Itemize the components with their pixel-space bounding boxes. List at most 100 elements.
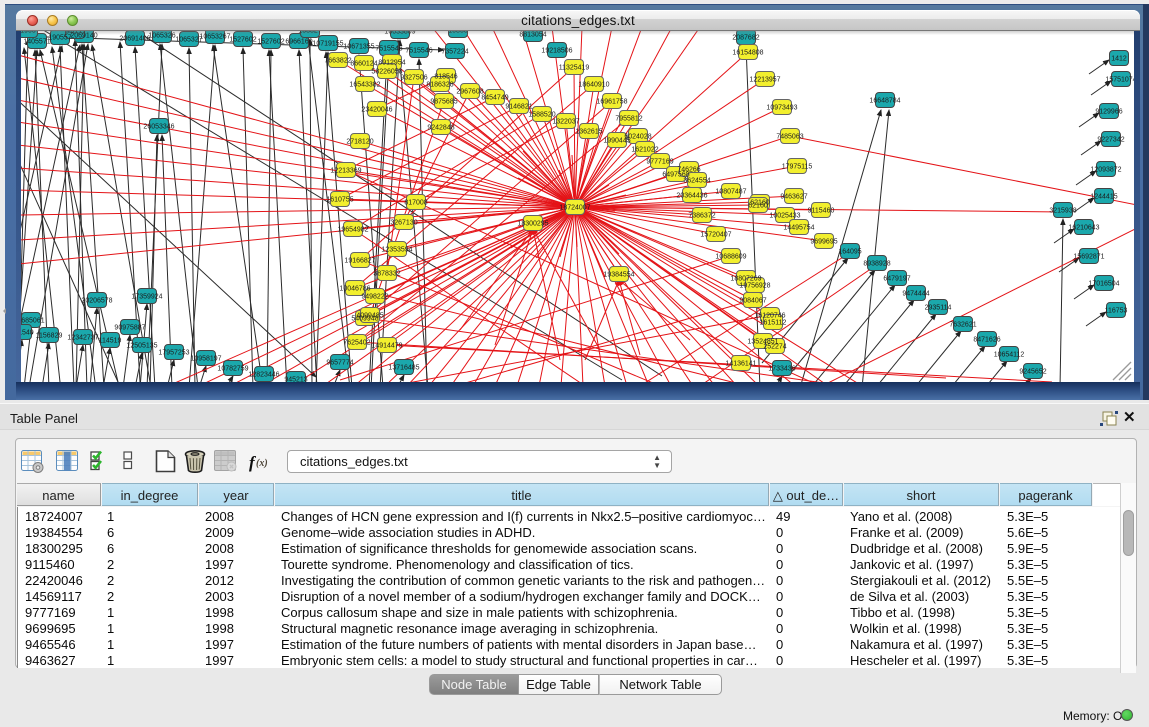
svg-text:2967608: 2967608 xyxy=(456,89,483,96)
svg-text:14495754: 14495754 xyxy=(783,225,814,232)
svg-text:8938928: 8938928 xyxy=(863,261,890,268)
svg-text:8660124: 8660124 xyxy=(350,61,377,68)
svg-text:12505135: 12505135 xyxy=(126,343,157,350)
svg-text:8186328: 8186328 xyxy=(426,82,453,89)
svg-text:10958197: 10958197 xyxy=(190,356,221,363)
svg-text:12093872: 12093872 xyxy=(1090,167,1121,174)
svg-text:10046786: 10046786 xyxy=(339,286,370,293)
svg-text:190557: 190557 xyxy=(48,35,71,42)
svg-text:13716485: 13716485 xyxy=(388,365,419,372)
svg-text:2718120: 2718120 xyxy=(346,139,373,146)
svg-text:1588520: 1588520 xyxy=(528,112,555,119)
svg-text:3624554: 3624554 xyxy=(683,178,710,185)
svg-text:9129966: 9129966 xyxy=(1095,109,1122,116)
svg-text:16154808: 16154808 xyxy=(732,50,763,57)
svg-text:7485063: 7485063 xyxy=(776,134,803,141)
svg-text:23420046: 23420046 xyxy=(361,107,392,114)
svg-text:1527602: 1527602 xyxy=(257,39,284,46)
svg-text:252274: 252274 xyxy=(763,344,786,351)
svg-text:7357224: 7357224 xyxy=(441,49,468,56)
svg-text:17016504: 17016504 xyxy=(1088,281,1119,288)
svg-text:19218506: 19218506 xyxy=(541,48,572,55)
svg-text:9474444: 9474444 xyxy=(902,291,929,298)
svg-text:12213957: 12213957 xyxy=(749,77,780,84)
svg-text:14914479: 14914479 xyxy=(371,343,402,350)
svg-text:15720407: 15720407 xyxy=(700,232,731,239)
svg-text:16120746: 16120746 xyxy=(754,313,785,320)
svg-text:15751074: 15751074 xyxy=(1105,77,1134,84)
svg-text:16210643: 16210643 xyxy=(1068,225,1099,232)
svg-text:6966160: 6966160 xyxy=(285,39,312,46)
svg-text:1610755: 1610755 xyxy=(326,197,353,204)
svg-text:10719155: 10719155 xyxy=(312,41,343,48)
svg-text:1244415: 1244415 xyxy=(1090,194,1117,201)
svg-text:17975115: 17975115 xyxy=(782,164,813,171)
svg-text:1156829: 1156829 xyxy=(36,333,63,340)
svg-text:116753: 116753 xyxy=(1105,308,1128,315)
svg-text:9875685: 9875685 xyxy=(430,99,457,106)
svg-text:7955812: 7955812 xyxy=(615,116,642,123)
svg-text:2935114: 2935114 xyxy=(925,305,952,312)
svg-text:1685061: 1685061 xyxy=(21,318,45,325)
svg-text:18724007: 18724007 xyxy=(559,205,590,212)
svg-text:4099485: 4099485 xyxy=(356,313,383,320)
svg-text:7386372: 7386372 xyxy=(688,213,715,220)
svg-text:62160: 62160 xyxy=(748,203,768,210)
svg-text:3878332: 3878332 xyxy=(373,271,400,278)
svg-text:10688609: 10688609 xyxy=(715,254,746,261)
svg-text:9327506: 9327506 xyxy=(400,75,427,82)
svg-text:19384554: 19384554 xyxy=(603,272,634,279)
svg-text:391540: 391540 xyxy=(21,330,34,337)
svg-text:1412: 1412 xyxy=(1111,56,1127,63)
svg-text:1733436: 1733436 xyxy=(768,366,795,373)
svg-text:6024028: 6024028 xyxy=(624,134,651,141)
svg-text:1405571: 1405571 xyxy=(23,39,50,46)
svg-text:9242848: 9242848 xyxy=(427,125,454,132)
svg-text:9084067: 9084067 xyxy=(739,298,766,305)
svg-text:7515546: 7515546 xyxy=(405,48,432,55)
svg-text:1322037: 1322037 xyxy=(552,119,579,126)
svg-text:17359924: 17359924 xyxy=(131,294,162,301)
svg-text:8454749: 8454749 xyxy=(481,95,508,102)
svg-text:19756928: 19756928 xyxy=(739,283,770,290)
svg-text:10025433: 10025433 xyxy=(769,213,800,220)
svg-text:18640910: 18640910 xyxy=(578,82,609,89)
svg-text:10782759: 10782759 xyxy=(217,366,248,373)
svg-text:114519: 114519 xyxy=(99,338,122,345)
svg-text:20691406: 20691406 xyxy=(119,36,150,43)
svg-text:17957253: 17957253 xyxy=(158,350,189,357)
svg-text:16543382: 16543382 xyxy=(349,82,380,89)
svg-text:9227342: 9227342 xyxy=(1097,137,1124,144)
svg-text:2087682: 2087682 xyxy=(732,35,759,42)
svg-text:817008: 817008 xyxy=(404,200,427,207)
svg-text:9245652: 9245652 xyxy=(1019,369,1046,376)
svg-text:7515546: 7515546 xyxy=(375,46,402,53)
svg-text:818546: 818546 xyxy=(434,74,457,81)
svg-text:10807487: 10807487 xyxy=(715,189,746,196)
svg-text:(x): (x) xyxy=(256,458,268,469)
svg-text:1362615: 1362615 xyxy=(575,129,602,136)
svg-text:19166827: 19166827 xyxy=(344,258,375,265)
svg-text:12353594: 12353594 xyxy=(381,247,412,254)
svg-text:10654112: 10654112 xyxy=(994,352,1025,359)
svg-text:7632621: 7632621 xyxy=(949,322,976,329)
svg-text:16648784: 16648784 xyxy=(869,98,900,105)
svg-text:16961758: 16961758 xyxy=(596,99,627,106)
svg-text:6479197: 6479197 xyxy=(883,276,910,283)
svg-text:164095: 164095 xyxy=(838,249,861,256)
svg-text:26053346: 26053346 xyxy=(143,124,174,131)
svg-text:12823446: 12823446 xyxy=(248,372,279,379)
svg-text:10973493: 10973493 xyxy=(766,105,797,112)
svg-text:15692871: 15692871 xyxy=(1073,254,1104,261)
svg-text:14136141: 14136141 xyxy=(725,361,756,368)
svg-text:10671355: 10671355 xyxy=(343,44,374,51)
svg-text:11325419: 11325419 xyxy=(559,65,590,72)
svg-text:1615112: 1615112 xyxy=(760,320,787,327)
svg-text:18300295: 18300295 xyxy=(517,221,548,228)
svg-text:9699695: 9699695 xyxy=(810,239,837,246)
svg-text:1527602: 1527602 xyxy=(229,37,256,44)
svg-text:19654982: 19654982 xyxy=(337,227,368,234)
svg-text:18807269: 18807269 xyxy=(730,276,761,283)
svg-text:945213: 945213 xyxy=(284,377,307,383)
svg-text:90975887: 90975887 xyxy=(114,325,145,332)
